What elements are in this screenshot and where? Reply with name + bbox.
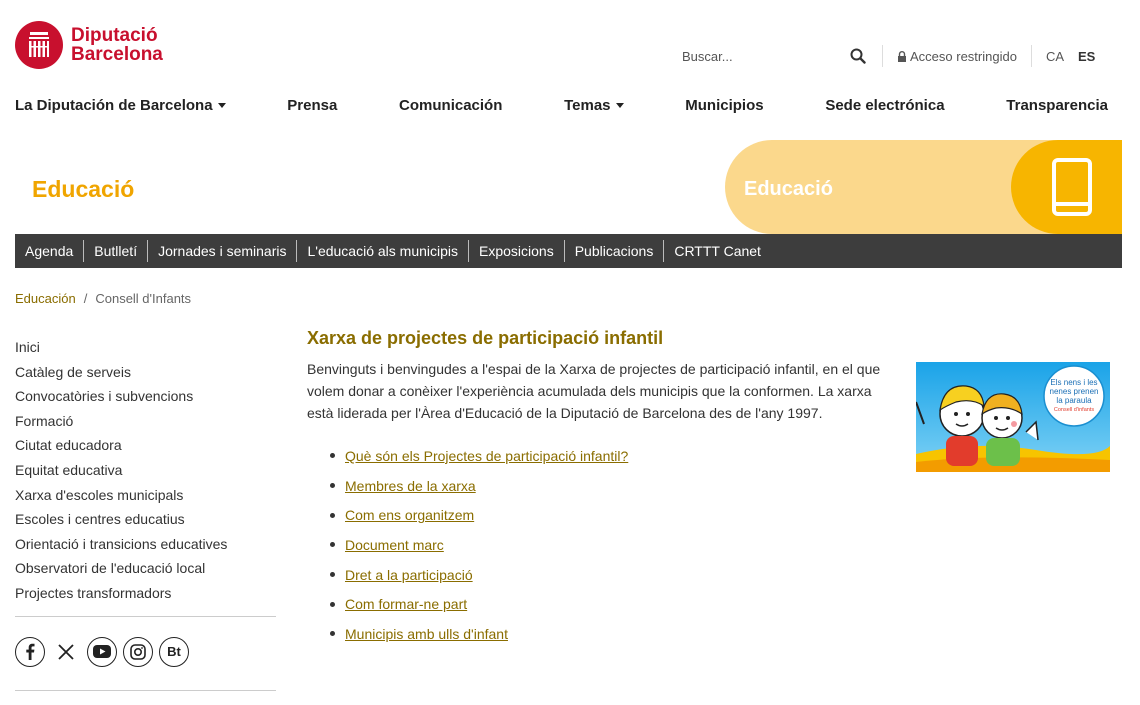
sidebar-divider (15, 690, 276, 691)
sidebar-item-observatori[interactable]: Observatori de l'educació local (15, 558, 276, 583)
section-subnav: Agenda Butlletí Jornades i seminaris L'e… (15, 234, 1122, 268)
facebook-icon (26, 643, 35, 661)
nav-municipios[interactable]: Municipios (685, 95, 763, 116)
logo-line-1: Diputació (71, 25, 158, 46)
section-title[interactable]: Educació (32, 176, 134, 203)
link-document-marc[interactable]: Document marc (345, 537, 444, 553)
utility-bar: Acceso restringido CA ES (682, 44, 1095, 68)
sidebar-item-orientacio[interactable]: Orientació i transicions educatives (15, 534, 276, 559)
caret-down-icon (217, 103, 226, 108)
logo-line-2: Barcelona (71, 44, 163, 65)
nav-sede-electronica[interactable]: Sede electrónica (825, 95, 944, 116)
link-com-ens-organitzem[interactable]: Com ens organitzem (345, 507, 474, 523)
subnav-exposicions[interactable]: Exposicions (469, 240, 565, 262)
consell-infants-image[interactable]: Els nens i les nenes prenen la paraula C… (916, 362, 1110, 472)
logo-emblem-icon (15, 21, 63, 69)
breadcrumb-home[interactable]: Educación (15, 291, 76, 306)
nav-label: La Diputación de Barcelona (15, 97, 213, 114)
main-nav: La Diputación de Barcelona Prensa Comuni… (15, 95, 1108, 116)
children-illustration: Els nens i les nenes prenen la paraula C… (916, 362, 1110, 472)
list-item: Document marc (330, 530, 628, 560)
link-que-son-projectes[interactable]: Què són els Projectes de participació in… (345, 448, 628, 464)
restricted-access-label: Acceso restringido (910, 48, 1017, 64)
instagram-icon (130, 643, 146, 660)
nav-diputacion[interactable]: La Diputación de Barcelona (15, 95, 226, 116)
nav-prensa[interactable]: Prensa (287, 95, 337, 116)
caret-down-icon (615, 103, 624, 108)
x-icon (58, 643, 74, 660)
nav-temas[interactable]: Temas (564, 95, 624, 116)
x-link[interactable] (51, 637, 81, 667)
subnav-agenda[interactable]: Agenda (15, 240, 85, 262)
search-button[interactable] (848, 46, 868, 66)
subnav-crttt-canet[interactable]: CRTTT Canet (664, 240, 771, 262)
restricted-access-link[interactable]: Acceso restringido (897, 49, 1017, 64)
book-icon (1052, 158, 1092, 216)
sidebar-item-projectes[interactable]: Projectes transformadors (15, 583, 276, 608)
image-caption-line-3: la paraula (1056, 396, 1092, 405)
subnav-educacio-municipis[interactable]: L'educació als municipis (297, 240, 470, 262)
page-title: Xarxa de projectes de participació infan… (307, 328, 664, 348)
link-municipis-ulls-infant[interactable]: Municipis amb ulls d'infant (345, 626, 508, 642)
search-icon (850, 48, 866, 64)
list-item: Membres de la xarxa (330, 471, 628, 501)
language-ca[interactable]: CA (1046, 49, 1064, 64)
breadcrumb: Educación / Consell d'Infants (15, 291, 191, 306)
sidebar-item-ciutat-educadora[interactable]: Ciutat educadora (15, 435, 276, 460)
link-dret-participacio[interactable]: Dret a la participació (345, 567, 473, 583)
instagram-link[interactable] (123, 636, 153, 667)
search-input[interactable] (682, 48, 842, 64)
subnav-publicacions[interactable]: Publicacions (565, 240, 665, 262)
sidebar-item-escoles-centres[interactable]: Escoles i centres educatius (15, 509, 276, 534)
image-caption-line-2: nenes prenen (1050, 387, 1099, 396)
sidebar-item-inici[interactable]: Inici (15, 337, 276, 362)
list-item: Què són els Projectes de participació in… (330, 441, 628, 471)
list-item: Com formar-ne part (330, 589, 628, 619)
social-links: Bt (15, 636, 276, 667)
sidebar-item-cataleg[interactable]: Catàleg de serveis (15, 362, 276, 387)
lock-icon (898, 50, 906, 62)
nav-transparencia[interactable]: Transparencia (1006, 95, 1108, 116)
section-badge-circle (1011, 140, 1122, 234)
youtube-link[interactable] (87, 636, 117, 667)
sidebar-item-xarxa-escoles[interactable]: Xarxa d'escoles municipals (15, 485, 276, 510)
breadcrumb-separator: / (83, 291, 88, 306)
site-logo[interactable]: Diputació Barcelona (15, 21, 163, 69)
youtube-icon (93, 645, 111, 659)
list-item: Municipis amb ulls d'infant (330, 619, 628, 649)
bt-link[interactable]: Bt (159, 636, 189, 667)
image-caption-line-1: Els nens i les (1050, 378, 1097, 387)
subnav-butlleti[interactable]: Butlletí (84, 240, 149, 262)
section-badge: Educació (725, 140, 1122, 234)
nav-comunicacion[interactable]: Comunicación (399, 95, 502, 116)
sidebar-item-equitat[interactable]: Equitat educativa (15, 460, 276, 485)
logo-wordmark: Diputació Barcelona (71, 26, 163, 64)
language-es[interactable]: ES (1078, 49, 1095, 64)
nav-label: Temas (564, 97, 611, 114)
facebook-link[interactable] (15, 636, 45, 667)
breadcrumb-current: Consell d'Infants (95, 291, 192, 306)
intro-text: Benvinguts i benvingudes a l'espai de la… (307, 361, 881, 421)
sidebar-item-convocatories[interactable]: Convocatòries i subvencions (15, 386, 276, 411)
image-caption-line-4: Consell d'infants (1054, 407, 1094, 413)
section-badge-label: Educació (744, 178, 833, 200)
divider (882, 45, 883, 67)
sidebar: Inici Catàleg de serveis Convocatòries i… (15, 337, 276, 691)
list-item: Dret a la participació (330, 560, 628, 590)
list-item: Com ens organitzem (330, 500, 628, 530)
sidebar-divider (15, 615, 276, 617)
link-membres-xarxa[interactable]: Membres de la xarxa (345, 478, 476, 494)
subnav-jornades[interactable]: Jornades i seminaris (148, 240, 298, 262)
section-banner: Educació Educació (0, 140, 1122, 234)
divider (1030, 45, 1032, 67)
link-list: Què són els Projectes de participació in… (330, 441, 628, 649)
sidebar-item-formacio[interactable]: Formació (15, 411, 276, 436)
link-com-formar-part[interactable]: Com formar-ne part (345, 596, 467, 612)
